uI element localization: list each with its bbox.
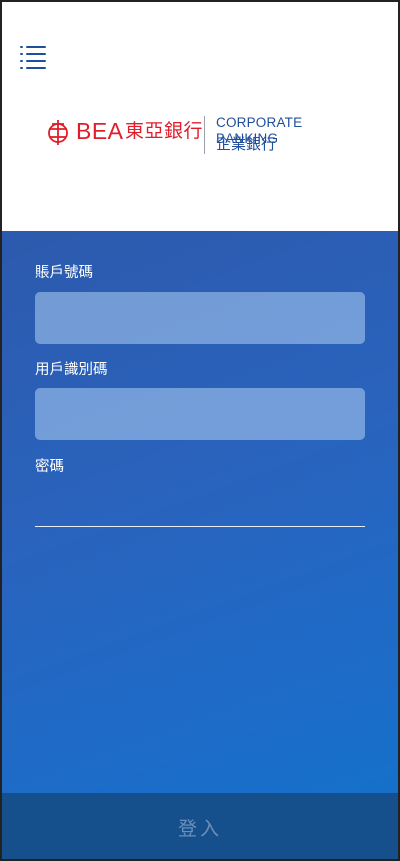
- menu-icon: [20, 46, 46, 69]
- logo-divider: [204, 116, 205, 154]
- bea-logo: BEA 東亞銀行 CORPORATE BANKING 企業銀行: [46, 114, 366, 156]
- account-number-input[interactable]: [35, 292, 365, 344]
- account-number-label: 賬戶號碼: [35, 265, 93, 281]
- menu-button[interactable]: [19, 44, 47, 70]
- logo-product-chinese: 企業銀行: [216, 135, 277, 153]
- login-panel: 賬戶號碼 用戶識別碼 密碼 登入: [2, 231, 398, 859]
- password-label: 密碼: [35, 459, 64, 475]
- logo-brand-text: BEA: [76, 118, 124, 144]
- user-id-input[interactable]: [35, 388, 365, 440]
- login-button[interactable]: 登入: [2, 793, 398, 859]
- login-button-label: 登入: [177, 817, 222, 840]
- logo-brand-chinese: 東亞銀行: [125, 120, 204, 142]
- password-input[interactable]: [35, 493, 365, 527]
- header: BEA 東亞銀行 CORPORATE BANKING 企業銀行: [2, 2, 398, 231]
- app-screen: BEA 東亞銀行 CORPORATE BANKING 企業銀行 賬戶號碼 用戶識…: [0, 0, 400, 861]
- bea-logo-icon: [48, 120, 68, 145]
- user-id-label: 用戶識別碼: [35, 362, 108, 378]
